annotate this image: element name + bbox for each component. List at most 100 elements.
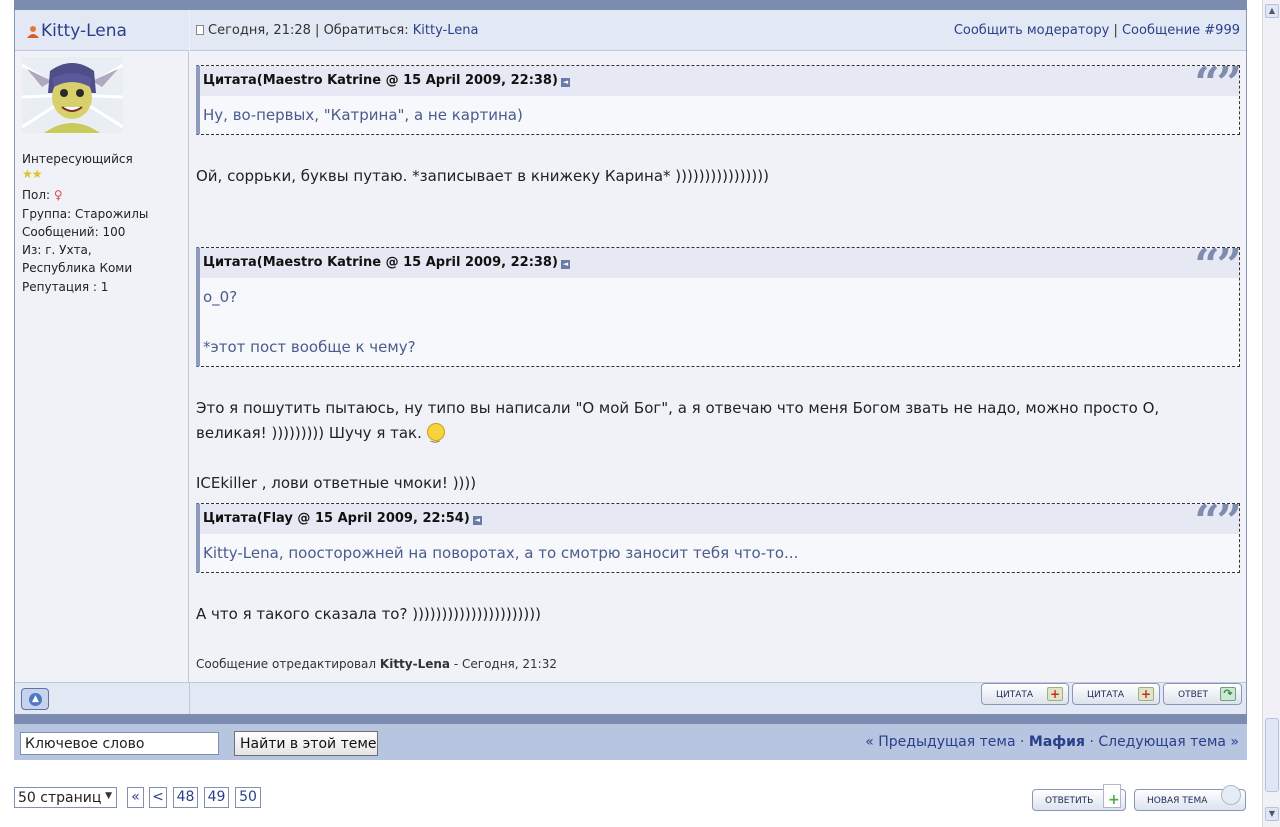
topic-navigation: « Предыдущая тема · Мафия · Следующая те…: [865, 734, 1239, 750]
prev-page-link[interactable]: <: [149, 787, 167, 808]
edited-note: Сообщение отредактировал Kitty-Lena - Се…: [196, 657, 557, 671]
quote-author: Цитата(Maestro Katrine @ 15 April 2009, …: [203, 255, 558, 270]
new-reply-icon: +: [1103, 784, 1121, 808]
post-actions: Сообщить модератору | Сообщение #999: [953, 23, 1240, 38]
post-content-panel: Сегодня, 21:28 | Обратиться: Kitty-Lena …: [190, 10, 1246, 682]
scroll-top-button[interactable]: ▲: [21, 688, 49, 710]
footer-divider: [189, 683, 190, 715]
post-text: Это я пошутить пытаюсь, ну типо вы напис…: [196, 396, 1160, 449]
post-text-line: Это я пошутить пытаюсь, ну типо вы напис…: [196, 399, 1160, 417]
quote-header: Цитата(Flay @ 15 April 2009, 22:54) ◄ “”: [200, 500, 1242, 544]
quote-marks-icon: “”: [1194, 496, 1242, 547]
nav-separator: ·: [1020, 734, 1025, 750]
post-footer: ▲ ЦИТАТА + ЦИТАТА + ОТВЕТ ↷: [15, 682, 1246, 715]
post-top-bar: [14, 0, 1247, 10]
post-date: Сегодня, 21:28: [208, 23, 311, 38]
pages-dropdown-label: 50 страниц: [18, 790, 102, 806]
quote-author: Цитата(Flay @ 15 April 2009, 22:54): [203, 511, 470, 526]
add-quote-icon: +: [1047, 687, 1063, 701]
up-arrow-icon: ▲: [29, 693, 42, 706]
quote-body: Ну, во-первых, "Катрина", а не картина): [203, 106, 523, 124]
new-topic-label: НОВАЯ ТЕМА: [1147, 796, 1208, 806]
posts-row: Сообщений: 100: [22, 224, 126, 239]
edited-prefix: Сообщение отредактировал: [196, 657, 377, 671]
previous-topic-link[interactable]: « Предыдущая тема: [865, 734, 1015, 750]
gender-label: Пол:: [22, 188, 51, 203]
quote-source-icon[interactable]: ◄: [560, 260, 570, 269]
smiley-icon: [426, 423, 445, 449]
scroll-down-arrow[interactable]: ▼: [1265, 807, 1279, 821]
rank-stars: ★★: [22, 168, 148, 180]
post-text-line: великая! ))))))))) Шучу я так.: [196, 424, 422, 442]
from-row-1: Из: г. Ухта,: [22, 243, 92, 258]
pages-dropdown[interactable]: 50 страниц ▼: [14, 787, 117, 808]
reply-bottom-button[interactable]: ОТВЕТИТЬ +: [1032, 784, 1126, 811]
post-icon: [196, 25, 204, 35]
member-title: Интересующийся: [22, 152, 133, 166]
scroll-thumb[interactable]: [1265, 718, 1279, 792]
author-header: Kitty-Lena: [15, 10, 189, 51]
post-meta: Сегодня, 21:28 | Обратиться: Kitty-Lena: [196, 23, 479, 38]
from-row-2: Республика Коми: [22, 261, 133, 276]
edited-by: Kitty-Lena: [379, 657, 451, 671]
author-name[interactable]: Kitty-Lena: [41, 21, 127, 41]
quote-block: Цитата(Maestro Katrine @ 15 April 2009, …: [196, 244, 1242, 367]
new-topic-button[interactable]: НОВАЯ ТЕМА: [1134, 785, 1246, 811]
nav-separator: ·: [1089, 734, 1094, 750]
vertical-scrollbar[interactable]: ▲ ▼: [1262, 0, 1280, 827]
quote-line: *этот пост вообще к чему?: [203, 338, 416, 356]
forum-post: Kitty-Lena Интересующийся ★★ Пол: ♀ Груп…: [14, 10, 1247, 715]
gender-row: Пол: ♀: [22, 186, 148, 204]
multi-quote-button-label: ЦИТАТА: [1087, 690, 1125, 700]
reply-bottom-label: ОТВЕТИТЬ: [1045, 796, 1094, 806]
user-icon: [27, 26, 39, 38]
quote-body: о_0? *этот пост вообще к чему?: [200, 278, 1239, 366]
separator-bar: [14, 714, 1247, 724]
post-header: Сегодня, 21:28 | Обратиться: Kitty-Lena …: [190, 10, 1246, 51]
quote-block: Цитата(Flay @ 15 April 2009, 22:54) ◄ “” …: [196, 500, 1242, 573]
reply-button-label: ОТВЕТ: [1178, 690, 1208, 700]
report-moderator-link[interactable]: Сообщить модератору: [954, 23, 1110, 38]
reply-arrow-icon: ↷: [1220, 687, 1236, 701]
user-avatar: [22, 57, 123, 133]
quote-source-icon[interactable]: ◄: [472, 516, 482, 525]
topic-search-bar: Ключевое слово Найти в этой теме « Преды…: [14, 724, 1247, 760]
quote-source-icon[interactable]: ◄: [560, 78, 570, 87]
post-text: Ой, соррьки, буквы путаю. *записывает в …: [196, 167, 769, 185]
page-link[interactable]: 49: [204, 787, 229, 808]
new-topic-icon: [1221, 785, 1241, 805]
quote-button[interactable]: ЦИТАТА +: [981, 683, 1069, 705]
author-info: Интересующийся ★★ Пол: ♀ Группа: Старожи…: [22, 150, 148, 296]
quote-button-label: ЦИТАТА: [996, 690, 1034, 700]
quote-header: Цитата(Maestro Katrine @ 15 April 2009, …: [200, 62, 1242, 106]
next-topic-link[interactable]: Следующая тема »: [1098, 734, 1239, 750]
quote-marks-icon: “”: [1194, 58, 1242, 109]
quote-header: Цитата(Maestro Katrine @ 15 April 2009, …: [200, 244, 1242, 288]
reply-button[interactable]: ОТВЕТ ↷: [1163, 683, 1242, 705]
quote-block: Цитата(Maestro Katrine @ 15 April 2009, …: [196, 62, 1242, 135]
message-number-link[interactable]: Сообщение #999: [1122, 23, 1240, 38]
star-icon: ★: [22, 167, 33, 182]
post-text: ICEkiller , лови ответные чмоки! )))): [196, 474, 477, 492]
page-link[interactable]: 48: [173, 787, 198, 808]
add-quote-icon: +: [1138, 687, 1154, 701]
address-author-link[interactable]: Kitty-Lena: [413, 23, 479, 38]
multi-quote-button[interactable]: ЦИТАТА +: [1072, 683, 1160, 705]
address-label: Обратиться:: [323, 23, 409, 38]
post-text: А что я такого сказала то? )))))))))))))…: [196, 605, 541, 623]
female-icon: ♀: [53, 188, 63, 203]
current-forum-link[interactable]: Мафия: [1029, 734, 1085, 750]
keyword-input[interactable]: Ключевое слово: [20, 732, 219, 755]
first-page-link[interactable]: «: [127, 787, 144, 808]
group-row: Группа: Старожилы: [22, 206, 149, 221]
reputation-row: Репутация : 1: [22, 279, 109, 294]
current-page[interactable]: 50: [235, 787, 261, 808]
search-topic-button[interactable]: Найти в этой теме: [234, 731, 378, 756]
quote-body: Kitty-Lena, поосторожней на поворотах, а…: [203, 544, 799, 562]
edited-time: - Сегодня, 21:32: [453, 657, 557, 671]
scroll-up-arrow[interactable]: ▲: [1265, 4, 1279, 18]
quote-author: Цитата(Maestro Katrine @ 15 April 2009, …: [203, 73, 558, 88]
author-panel: Kitty-Lena Интересующийся ★★ Пол: ♀ Груп…: [15, 10, 189, 682]
quote-marks-icon: “”: [1194, 240, 1242, 291]
star-icon: ★: [31, 167, 43, 182]
